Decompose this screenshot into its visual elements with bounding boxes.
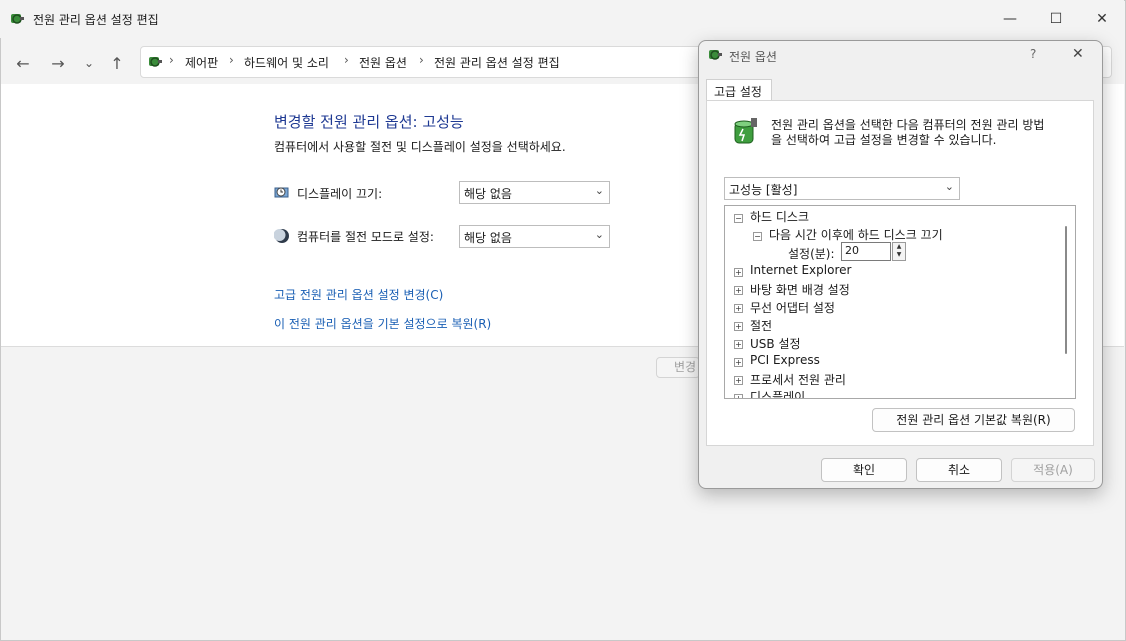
- up-button[interactable]: ↑: [104, 50, 130, 76]
- breadcrumb-item[interactable]: 전원 옵션: [359, 54, 407, 71]
- expand-icon[interactable]: +: [734, 322, 743, 331]
- tree-item-hard-disk[interactable]: 하드 디스크: [750, 208, 809, 225]
- advanced-settings-tree[interactable]: − 하드 디스크 − 다음 시간 이후에 하드 디스크 끄기 설정(분): 20…: [724, 205, 1076, 399]
- tree-item[interactable]: USB 설정: [750, 335, 801, 352]
- restore-defaults-link[interactable]: 이 전원 관리 옵션을 기본 설정으로 복원(R): [274, 315, 491, 332]
- expand-icon[interactable]: +: [734, 358, 743, 367]
- close-button[interactable]: ✕: [1079, 0, 1125, 38]
- power-plan-select[interactable]: 고성능 [활성] ⌄: [724, 177, 960, 200]
- expand-icon[interactable]: +: [734, 304, 743, 313]
- control-panel-icon: [147, 54, 163, 70]
- expand-icon[interactable]: +: [734, 376, 743, 385]
- ok-button[interactable]: 확인: [821, 458, 907, 482]
- tree-item-turn-off-hard-disk[interactable]: 다음 시간 이후에 하드 디스크 끄기: [769, 226, 943, 243]
- breadcrumb-separator: ›: [344, 53, 349, 67]
- expand-icon[interactable]: +: [734, 340, 743, 349]
- expand-icon[interactable]: +: [734, 394, 743, 398]
- tree-item[interactable]: PCI Express: [750, 353, 820, 367]
- expand-icon[interactable]: +: [734, 286, 743, 295]
- chevron-down-icon: ⌄: [594, 184, 604, 197]
- page-title: 변경할 전원 관리 옵션: 고성능: [274, 113, 464, 131]
- tree-item[interactable]: 프로세서 전원 관리: [750, 371, 846, 388]
- power-options-icon: [9, 11, 25, 27]
- tree-item[interactable]: 무선 어댑터 설정: [750, 299, 835, 316]
- dialog-description: 전원 관리 옵션을 선택한 다음 컴퓨터의 전원 관리 방법 을 선택하여 고급…: [771, 118, 1045, 147]
- monitor-clock-icon: [274, 185, 290, 201]
- dialog-close-button[interactable]: ✕: [1072, 46, 1084, 62]
- breadcrumb-item[interactable]: 전원 관리 옵션 설정 편집: [434, 54, 560, 71]
- restore-plan-defaults-button[interactable]: 전원 관리 옵션 기본값 복원(R): [872, 408, 1075, 432]
- minimize-button[interactable]: —: [987, 0, 1033, 38]
- help-button[interactable]: ?: [1030, 47, 1036, 61]
- minutes-value: 20: [845, 244, 859, 257]
- breadcrumb-separator: ›: [419, 53, 424, 67]
- display-off-value: 해당 없음: [464, 187, 512, 201]
- save-changes-button[interactable]: 변경: [656, 357, 700, 378]
- apply-button[interactable]: 적용(A): [1011, 458, 1095, 482]
- expand-icon[interactable]: +: [734, 268, 743, 277]
- power-plan-value: 고성능 [활성]: [729, 183, 798, 197]
- breadcrumb-item[interactable]: 제어판: [185, 54, 218, 71]
- advanced-settings-link[interactable]: 고급 전원 관리 옵션 설정 변경(C): [274, 286, 443, 303]
- tree-item[interactable]: Internet Explorer: [750, 263, 851, 277]
- display-off-select[interactable]: 해당 없음 ⌄: [459, 181, 610, 204]
- collapse-icon[interactable]: −: [734, 214, 743, 223]
- dialog-title: 전원 옵션: [729, 50, 777, 64]
- tree-item[interactable]: 디스플레이: [750, 388, 805, 398]
- power-options-icon: [707, 47, 723, 63]
- moon-icon: [273, 228, 290, 244]
- back-button[interactable]: ←: [10, 50, 36, 76]
- title-bar: [0, 0, 1124, 38]
- sleep-value: 해당 없음: [464, 231, 512, 245]
- chevron-down-icon: ⌄: [944, 180, 954, 193]
- spin-buttons[interactable]: ▲ ▼: [892, 242, 906, 261]
- forward-button[interactable]: →: [45, 50, 71, 76]
- recent-locations-button[interactable]: ⌄: [76, 50, 102, 76]
- maximize-button[interactable]: ☐: [1033, 0, 1079, 38]
- tab-advanced-settings[interactable]: 고급 설정: [706, 79, 772, 101]
- collapse-icon[interactable]: −: [753, 232, 762, 241]
- window-title: 전원 관리 옵션 설정 편집: [33, 13, 159, 27]
- breadcrumb-item[interactable]: 하드웨어 및 소리: [244, 54, 329, 71]
- breadcrumb-separator: ›: [169, 53, 174, 67]
- tree-item[interactable]: 바탕 화면 배경 설정: [750, 281, 850, 298]
- cancel-button[interactable]: 취소: [916, 458, 1002, 482]
- display-off-label: 디스플레이 끄기:: [297, 187, 383, 201]
- sleep-label: 컴퓨터를 절전 모드로 설정:: [297, 230, 434, 244]
- sleep-select[interactable]: 해당 없음 ⌄: [459, 225, 610, 248]
- breadcrumb-separator: ›: [229, 53, 234, 67]
- page-subtitle: 컴퓨터에서 사용할 절전 및 디스플레이 설정을 선택하세요.: [274, 140, 566, 154]
- tree-item[interactable]: 절전: [750, 317, 772, 334]
- power-plug-icon: [729, 115, 761, 147]
- minutes-stepper[interactable]: 20: [841, 242, 891, 261]
- tree-scrollbar[interactable]: [1065, 226, 1067, 354]
- chevron-down-icon: ⌄: [594, 228, 604, 241]
- setting-minutes-label: 설정(분):: [788, 247, 835, 261]
